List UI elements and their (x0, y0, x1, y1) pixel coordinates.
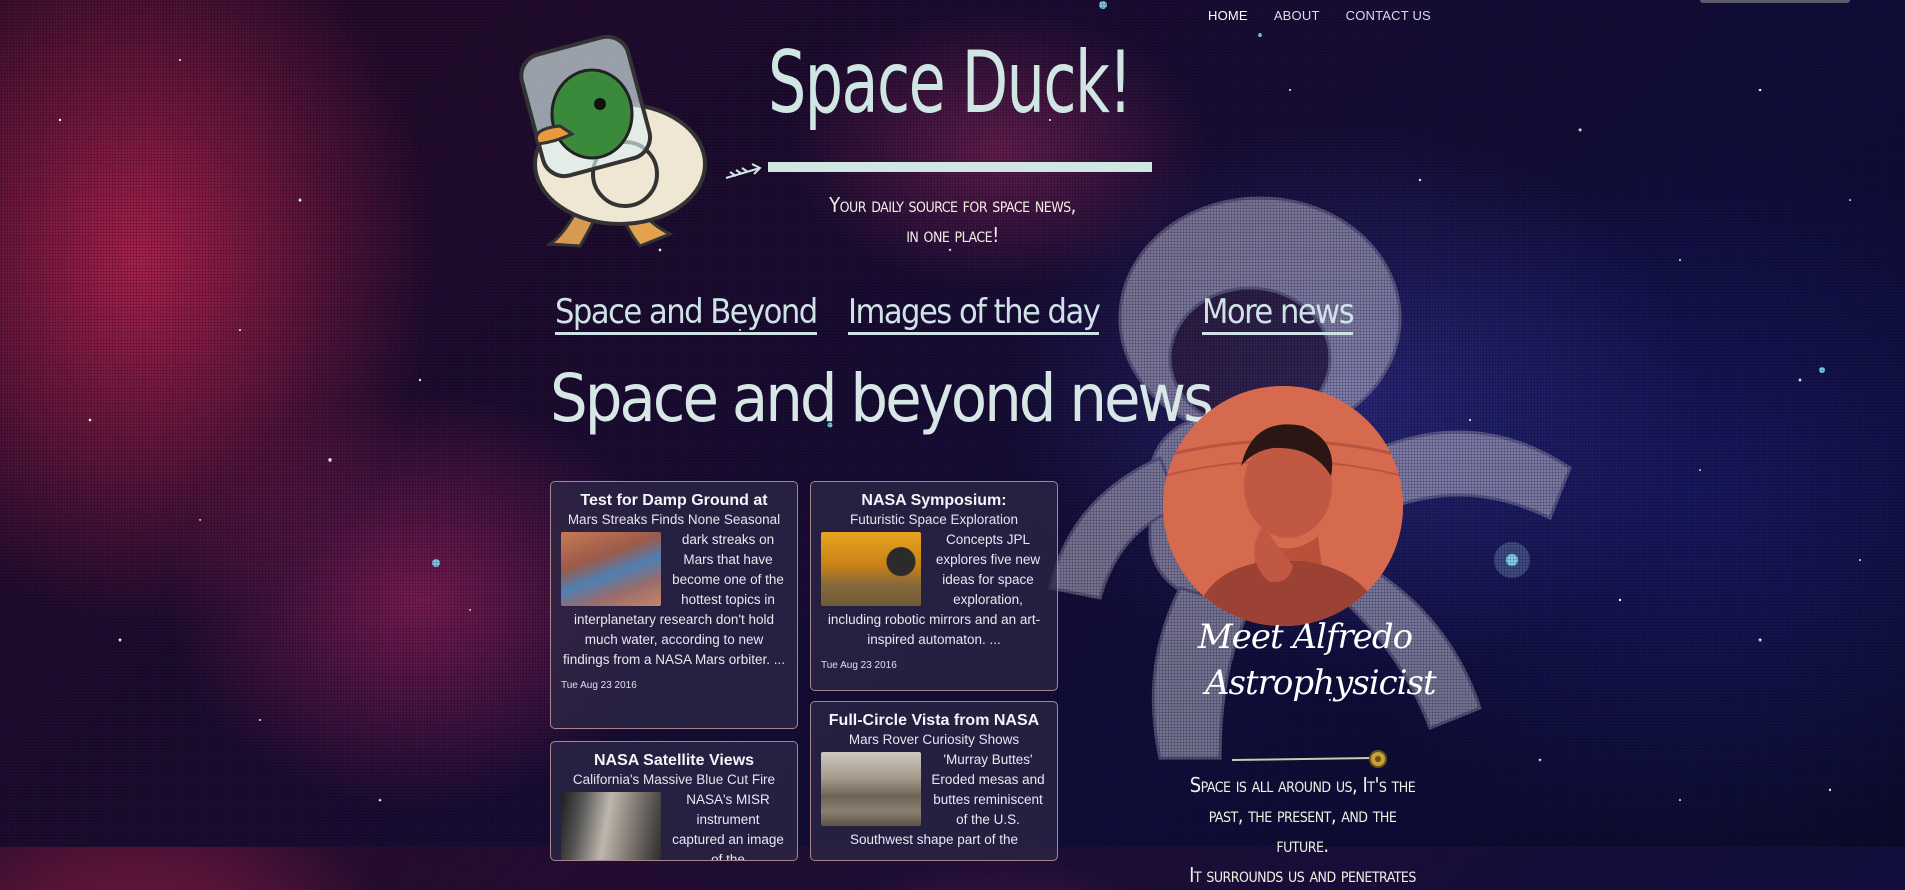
news-card[interactable]: NASA Symposium: Futuristic Space Explora… (810, 481, 1058, 691)
profile-quote: Space is all around us, It's the past, t… (1180, 770, 1425, 890)
card-thumbnail[interactable] (561, 532, 661, 606)
card-thumbnail[interactable] (821, 752, 921, 826)
site-title[interactable]: Space Duck! (768, 40, 1133, 126)
card-thumbnail[interactable] (561, 792, 661, 860)
card-subtitle: Futuristic Space Exploration (849, 512, 1019, 527)
meet-heading: Meet Alfredo Astrophysicist (1175, 614, 1437, 706)
nav-contact-us[interactable]: CONTACT US (1346, 8, 1431, 23)
card-title[interactable]: NASA Satellite Views (561, 752, 787, 770)
tagline-line-2: in one place! (906, 223, 999, 247)
avatar (1163, 386, 1403, 626)
quote-line-3: It surrounds us and penetrates (1189, 863, 1416, 887)
card-thumbnail[interactable] (821, 532, 921, 606)
site-title-underline (768, 162, 1152, 172)
card-title[interactable]: Full-Circle Vista from NASA (821, 712, 1047, 730)
nav-about[interactable]: ABOUT (1274, 8, 1320, 23)
tab-space-and-beyond[interactable]: Space and Beyond (555, 292, 818, 335)
card-title[interactable]: NASA Symposium: (821, 492, 1047, 510)
nav-home[interactable]: HOME (1208, 8, 1248, 23)
pin-icon (1231, 750, 1387, 768)
quote-line-2: past, the present, and the future. (1208, 803, 1397, 857)
tab-more-news[interactable]: More news (1202, 292, 1355, 335)
duck-astronaut-icon[interactable] (510, 34, 720, 254)
news-card[interactable]: Test for Damp Ground at Mars Streaks Fin… (550, 481, 798, 729)
card-subtitle: California's Massive Blue Cut Fire (572, 772, 776, 787)
card-subtitle: Mars Rover Curiosity Shows (848, 732, 1020, 747)
quote-line-1: Space is all around us, It's the (1189, 773, 1416, 797)
tab-images-of-the-day[interactable]: Images of the day (848, 292, 1101, 335)
top-right-bar (1700, 0, 1850, 3)
tagline: Your daily source for space news, in one… (820, 190, 1085, 250)
top-nav: HOME ABOUT CONTACT US (1208, 8, 1431, 23)
tagline-line-1: Your daily source for space news, (829, 193, 1076, 217)
news-card[interactable]: Full-Circle Vista from NASA Mars Rover C… (810, 701, 1058, 861)
arrow-icon (725, 163, 762, 179)
meet-line-2: Astrophysicist (1205, 663, 1437, 703)
meet-line-1: Meet Alfredo (1197, 617, 1413, 657)
card-date: Tue Aug 23 2016 (561, 680, 637, 691)
card-date: Tue Aug 23 2016 (821, 660, 897, 671)
card-title[interactable]: Test for Damp Ground at (561, 492, 787, 510)
section-title: Space and beyond news (550, 360, 1214, 437)
card-subtitle: Mars Streaks Finds None Seasonal (567, 512, 781, 527)
news-card[interactable]: NASA Satellite Views California's Massiv… (550, 741, 798, 861)
